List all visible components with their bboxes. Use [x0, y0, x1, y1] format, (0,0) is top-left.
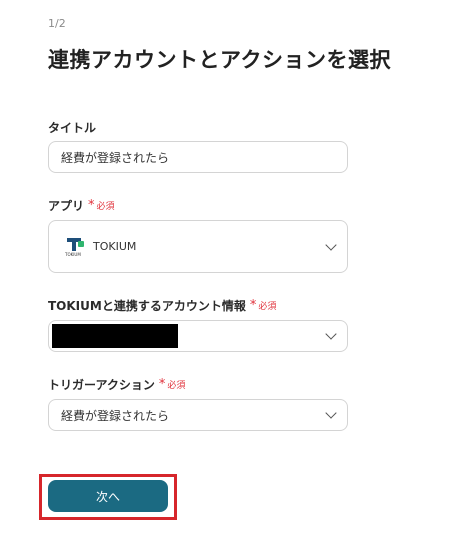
- trigger-label-text: トリガーアクション: [48, 378, 155, 392]
- required-badge: * 必須: [158, 377, 186, 392]
- title-field-label: タイトル: [48, 119, 96, 136]
- title-input-value: 経費が登録されたら: [61, 150, 170, 165]
- trigger-action-select[interactable]: 経費が登録されたら: [48, 399, 348, 431]
- next-button[interactable]: 次へ: [48, 480, 168, 512]
- app-select[interactable]: TOKIUM TOKIUM: [48, 220, 348, 273]
- app-select-value: TOKIUM: [93, 240, 137, 253]
- required-badge: * 必須: [249, 298, 277, 313]
- page-title: 連携アカウントとアクションを選択: [48, 48, 391, 72]
- tokium-logo-icon: TOKIUM: [65, 237, 85, 257]
- chevron-down-icon: [325, 238, 337, 251]
- app-field-label: アプリ * 必須: [48, 197, 115, 214]
- step-indicator: 1/2: [48, 17, 66, 30]
- account-field-label: TOKIUMと連携するアカウント情報 * 必須: [48, 297, 276, 314]
- chevron-down-icon: [325, 407, 337, 419]
- trigger-select-value: 経費が登録されたら: [61, 408, 170, 423]
- redacted-account-value: [52, 324, 178, 348]
- chevron-down-icon: [325, 328, 337, 340]
- trigger-field-label: トリガーアクション * 必須: [48, 376, 185, 393]
- title-input[interactable]: 経費が登録されたら: [48, 141, 348, 173]
- account-label-text: TOKIUMと連携するアカウント情報: [48, 299, 246, 313]
- app-label-text: アプリ: [48, 199, 85, 213]
- required-badge: * 必須: [88, 198, 115, 213]
- title-label-text: タイトル: [48, 121, 97, 135]
